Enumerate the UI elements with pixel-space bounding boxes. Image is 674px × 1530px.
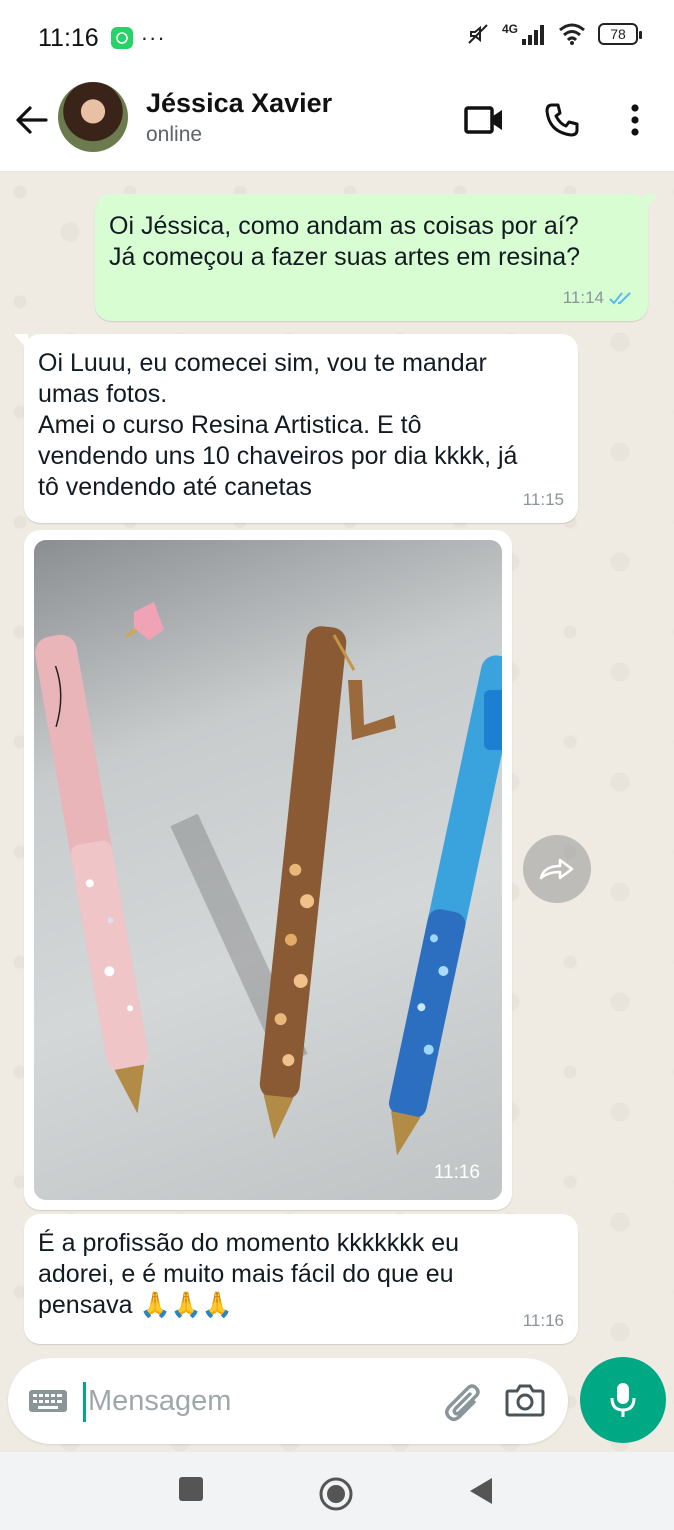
avatar[interactable] [58, 82, 128, 152]
signal-icon [522, 25, 544, 45]
attach-button[interactable] [444, 1380, 484, 1429]
status-bar: 11:16 ··· 4G 78 [0, 0, 674, 76]
paperclip-icon [445, 1384, 480, 1421]
more-notifications-indicator: ··· [140, 25, 166, 50]
microphone-icon [610, 1383, 636, 1417]
camera-icon [505, 1384, 545, 1417]
bubble-tail [644, 194, 658, 210]
message-meta: 11:14 [563, 282, 634, 313]
home-button[interactable] [318, 1476, 354, 1512]
whatsapp-notification-icon [110, 27, 133, 49]
mute-icon [468, 24, 488, 44]
square-icon [179, 1477, 203, 1501]
message-time: 11:15 [522, 490, 564, 509]
message-meta: 11:15 [523, 484, 564, 515]
contact-status: online [146, 123, 203, 146]
chat-area[interactable]: Oi Jéssica, como andam as coisas por aí?… [0, 172, 674, 1452]
read-receipt-icon [609, 291, 631, 304]
resin-pens-image [35, 602, 502, 1156]
status-icons: 4G 78 [466, 22, 642, 46]
incoming-message[interactable]: É a profissão do momento kkkkkkk eu ador… [24, 1214, 578, 1344]
voice-call-button[interactable] [540, 98, 584, 142]
arrow-left-icon [16, 106, 48, 134]
message-meta: 11:16 [523, 1305, 564, 1336]
forward-button[interactable] [523, 835, 591, 903]
video-camera-icon [464, 106, 502, 134]
back-button[interactable] [12, 98, 52, 142]
network-type: 4G [501, 22, 518, 36]
message-time: 11:16 [433, 1162, 480, 1183]
menu-button[interactable] [620, 98, 650, 142]
message-time: 11:16 [522, 1311, 564, 1330]
incoming-message[interactable]: Oi Luuu, eu comecei sim, vou te mandar u… [14, 334, 578, 523]
chat-header: Jéssica Xavier online [0, 76, 674, 172]
bubble-tail [14, 334, 28, 350]
back-nav-button[interactable] [468, 1476, 494, 1506]
camera-button[interactable] [505, 1382, 545, 1423]
voice-record-button[interactable] [580, 1357, 666, 1443]
triangle-back-icon [470, 1478, 492, 1504]
keyboard-icon [29, 1390, 67, 1412]
message-text: É a profissão do momento kkkkkkk eu ador… [38, 1229, 460, 1319]
battery-level: 78 [610, 26, 626, 42]
message-time: 11:14 [562, 288, 604, 307]
battery-icon: 78 [598, 23, 642, 45]
more-vertical-icon [631, 104, 639, 136]
photo-resin-pens[interactable]: 11:16 [34, 540, 502, 1200]
text-cursor [83, 1382, 86, 1422]
recent-apps-button[interactable] [178, 1476, 204, 1502]
message-text: Oi Luuu, eu comecei sim, vou te mandar u… [38, 349, 518, 501]
status-time: 11:16 [38, 23, 99, 52]
message-input[interactable] [88, 1378, 428, 1424]
phone-icon [545, 103, 579, 137]
incoming-image-message[interactable]: 11:16 [24, 530, 512, 1210]
forward-icon [539, 858, 574, 880]
message-composer [8, 1358, 568, 1444]
outgoing-message[interactable]: Oi Jéssica, como andam as coisas por aí?… [95, 194, 658, 321]
system-navigation-bar [0, 1452, 674, 1530]
contact-name[interactable]: Jéssica Xavier [146, 88, 332, 119]
circle-icon [319, 1477, 353, 1511]
keyboard-button[interactable] [28, 1388, 68, 1419]
video-call-button[interactable] [462, 98, 506, 142]
wifi-icon [559, 23, 585, 45]
message-text: Oi Jéssica, como andam as coisas por aí?… [109, 212, 581, 271]
